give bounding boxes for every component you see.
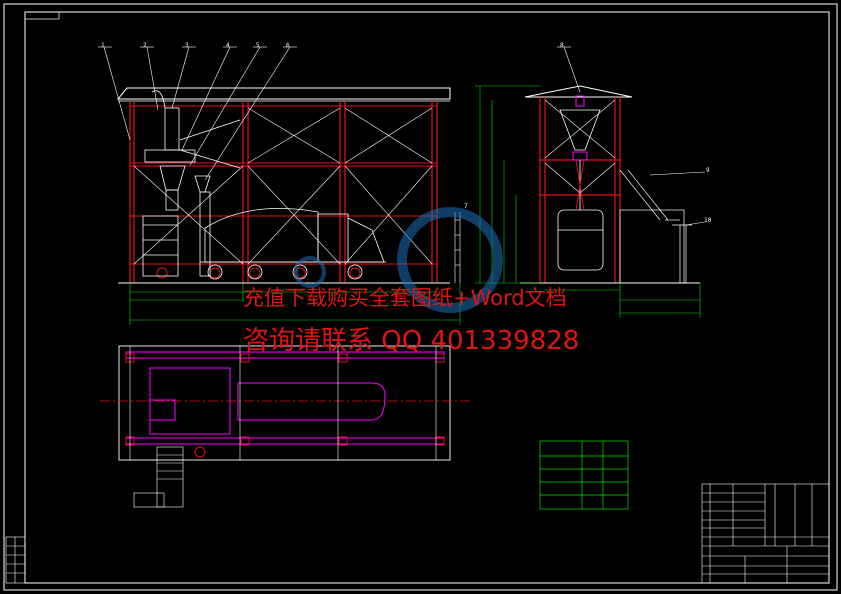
cad-drawing-canvas: 1 2 3 4 5 6 7 8 9 10 充值下载购买全套图纸+Word文档 咨… (0, 0, 841, 594)
watermark-line-1: 充值下载购买全套图纸+Word文档 (243, 286, 567, 310)
balloon-1: 1 (101, 42, 105, 49)
mixer-truck (200, 208, 386, 280)
balloon-2: 2 (143, 42, 147, 49)
columns (129, 101, 438, 283)
side-elevation (475, 46, 706, 318)
balloon-leaders (98, 46, 297, 181)
balloon-9: 9 (706, 167, 710, 174)
watermark-line-2: 咨询请联系 QQ 401339828 (243, 326, 580, 356)
left-stamp-block (5, 536, 26, 584)
balloon-3: 3 (185, 42, 189, 49)
balloon-10: 10 (704, 217, 712, 224)
plan-view (100, 345, 470, 508)
title-block (701, 483, 830, 584)
balloon-4: 4 (226, 42, 230, 49)
roof (116, 87, 451, 100)
stairs (619, 169, 692, 284)
parameter-table (539, 440, 629, 510)
drawing-number-box (24, 11, 60, 20)
balloon-6: 6 (286, 42, 290, 49)
balloon-5: 5 (256, 42, 260, 49)
balloon-8: 8 (560, 42, 564, 49)
balloon-7: 7 (464, 203, 468, 210)
